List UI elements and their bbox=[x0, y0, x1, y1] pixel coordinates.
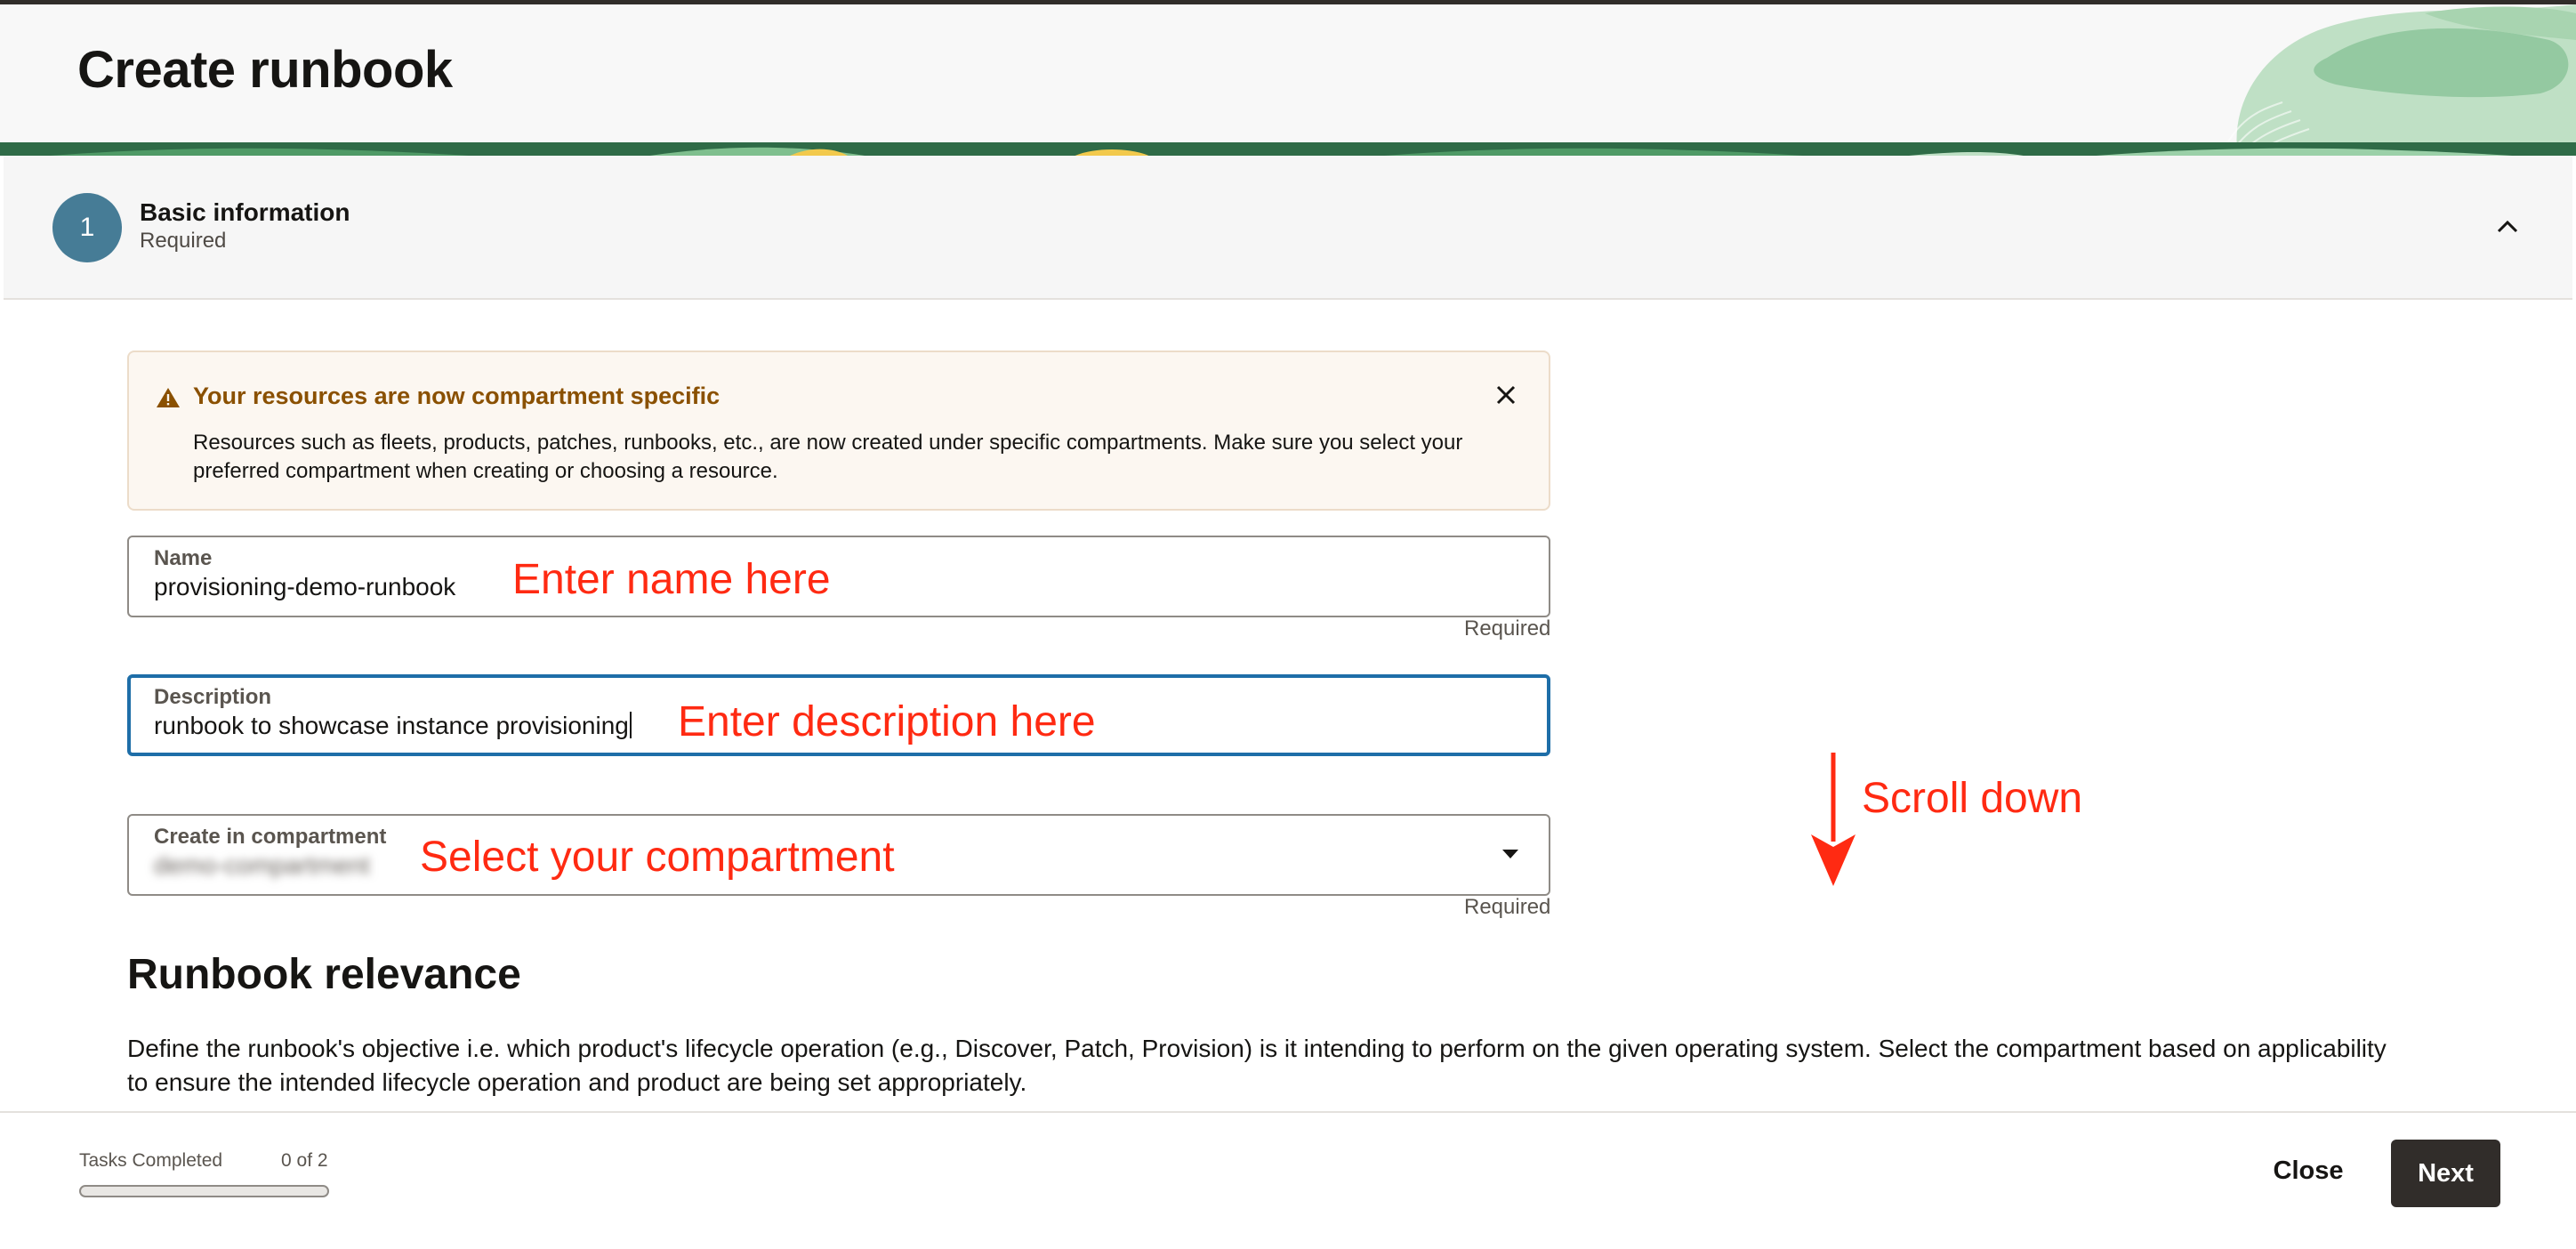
runbook-relevance-heading: Runbook relevance bbox=[127, 951, 521, 998]
tasks-progress-bar bbox=[79, 1185, 329, 1197]
alert-message: Resources such as fleets, products, patc… bbox=[193, 431, 1463, 483]
name-required-label: Required bbox=[1464, 616, 1551, 641]
compartment-select-value: demo-compartment bbox=[154, 851, 370, 879]
tasks-completed-count: 0 of 2 bbox=[281, 1150, 328, 1171]
annotation-description: Enter description here bbox=[678, 698, 1096, 745]
warning-icon bbox=[157, 388, 180, 407]
footer-bar: Tasks Completed 0 of 2 Close Next bbox=[0, 1111, 2576, 1249]
name-field-value[interactable]: provisioning-demo-runbook bbox=[154, 573, 455, 601]
runbook-relevance-description: Define the runbook's objective i.e. whic… bbox=[127, 1035, 2387, 1096]
name-field-label: Name bbox=[154, 546, 213, 570]
page-title: Create runbook bbox=[77, 41, 453, 99]
description-field-value-container[interactable]: runbook to showcase instance provisionin… bbox=[154, 712, 632, 740]
caret-down-icon[interactable] bbox=[1502, 850, 1518, 858]
step-header-basic-information[interactable]: 1 Basic information Required bbox=[4, 156, 2572, 300]
chevron-up-icon[interactable] bbox=[2490, 209, 2525, 245]
compartment-warning-alert: Your resources are now compartment speci… bbox=[127, 351, 1550, 511]
tasks-completed-label: Tasks Completed bbox=[79, 1150, 223, 1171]
description-field-label: Description bbox=[154, 685, 272, 709]
alert-close-button[interactable] bbox=[1490, 379, 1522, 411]
annotation-scroll-down: Scroll down bbox=[1862, 775, 2083, 822]
step-required-label: Required bbox=[140, 229, 227, 253]
create-runbook-page: Create runbook 1 Basic information Requi… bbox=[0, 0, 2576, 1249]
header-decoration-band bbox=[0, 142, 2576, 156]
compartment-select-label: Create in compartment bbox=[154, 825, 387, 849]
text-caret bbox=[629, 712, 632, 738]
close-button[interactable]: Close bbox=[2255, 1138, 2362, 1204]
annotation-name: Enter name here bbox=[512, 556, 831, 603]
compartment-required-label: Required bbox=[1464, 895, 1551, 919]
alert-title: Your resources are now compartment speci… bbox=[193, 383, 720, 409]
name-field[interactable]: Name provisioning-demo-runbook bbox=[127, 536, 1550, 617]
next-button[interactable]: Next bbox=[2391, 1140, 2500, 1207]
close-icon bbox=[1496, 385, 1516, 405]
scroll-down-arrow-icon bbox=[1811, 753, 1856, 886]
header-decoration-image bbox=[2219, 4, 2576, 156]
page-header: Create runbook bbox=[0, 4, 2576, 156]
step-title: Basic information bbox=[140, 198, 350, 226]
description-field-value: runbook to showcase instance provisionin… bbox=[154, 712, 629, 739]
annotation-compartment: Select your compartment bbox=[420, 834, 895, 881]
step-number-badge: 1 bbox=[52, 193, 122, 262]
